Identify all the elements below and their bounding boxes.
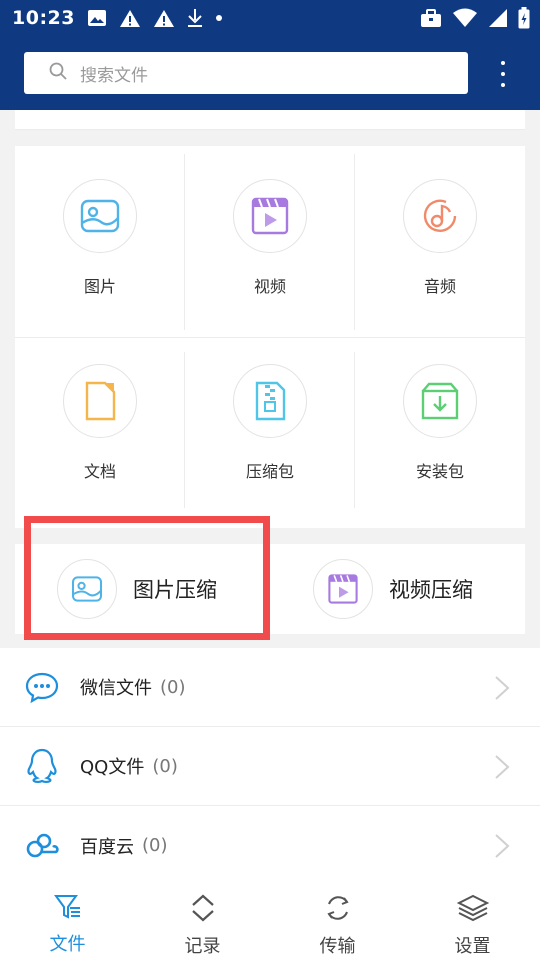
category-label: 图片 [83, 277, 116, 296]
nav-files[interactable]: 文件 [0, 885, 135, 960]
audio-icon [403, 179, 477, 253]
search-icon [48, 61, 68, 85]
status-bar: 10:23 [0, 0, 540, 36]
qq-icon [24, 748, 60, 784]
dot-icon [215, 14, 223, 22]
signal-icon [488, 8, 508, 28]
chevron-right-icon [494, 833, 510, 863]
list-item-count: (0) [152, 755, 178, 777]
bottom-nav: 文件 记录 传输 设置 [0, 885, 540, 960]
image-icon [63, 179, 137, 253]
nav-records[interactable]: 记录 [135, 885, 270, 960]
wechat-icon [24, 669, 60, 705]
transfer-icon [324, 894, 352, 926]
video-icon [233, 179, 307, 253]
category-label: 压缩包 [245, 462, 294, 481]
category-documents[interactable]: 文档 [15, 352, 185, 528]
list-item-wechat[interactable]: 微信文件 (0) [0, 648, 540, 727]
status-time: 10:23 [12, 7, 75, 29]
category-videos[interactable]: 视频 [185, 146, 355, 330]
nav-transfer[interactable]: 传输 [270, 885, 405, 960]
source-list: 微信文件 (0) QQ文件 (0) 百度云 (0) [0, 648, 540, 885]
nav-settings[interactable]: 设置 [405, 885, 540, 960]
category-archives[interactable]: 压缩包 [185, 352, 355, 528]
app-header: 搜索文件 [0, 36, 540, 110]
category-label: 文档 [83, 462, 116, 481]
files-icon [53, 894, 82, 924]
list-item-baidu-cloud[interactable]: 百度云 (0) [0, 806, 540, 885]
category-installers[interactable]: 安装包 [355, 352, 525, 528]
category-grid: 图片 视频 音频 文档 压缩包 安装包 [15, 146, 525, 528]
list-item-count: (0) [142, 835, 168, 856]
image-icon [87, 9, 107, 27]
alert-icon [119, 9, 141, 28]
category-images[interactable]: 图片 [15, 146, 185, 330]
category-label: 视频 [253, 277, 286, 296]
video-compress-icon [313, 559, 373, 619]
list-item-name: 百度云 [80, 836, 134, 858]
records-icon [190, 894, 216, 926]
nav-label: 文件 [49, 934, 86, 955]
chevron-right-icon [494, 675, 510, 705]
highlight-box [24, 516, 270, 640]
category-audio[interactable]: 音频 [355, 146, 525, 330]
baidu-cloud-icon [24, 828, 60, 864]
category-label: 音频 [423, 277, 456, 296]
settings-icon [456, 894, 489, 926]
battery-icon [518, 7, 530, 29]
search-placeholder: 搜索文件 [80, 65, 148, 86]
briefcase-icon [420, 8, 442, 28]
video-compress-label: 视频压缩 [389, 578, 473, 602]
nav-label: 设置 [454, 936, 491, 957]
wifi-icon [452, 8, 478, 28]
list-item-qq[interactable]: QQ文件 (0) [0, 727, 540, 806]
package-icon [403, 364, 477, 438]
video-compress-button[interactable]: 视频压缩 [313, 544, 473, 634]
chevron-right-icon [494, 754, 510, 784]
list-item-name: QQ文件 [80, 757, 145, 778]
list-item-name: 微信文件 [80, 678, 152, 699]
nav-label: 传输 [319, 936, 356, 957]
scrolled-card-edge [15, 110, 525, 130]
search-input[interactable]: 搜索文件 [24, 52, 468, 94]
download-icon [187, 8, 203, 28]
nav-label: 记录 [184, 936, 221, 957]
category-label: 安装包 [415, 462, 464, 481]
document-icon [63, 364, 137, 438]
alert-icon [153, 9, 175, 28]
list-item-count: (0) [160, 676, 186, 698]
zip-icon [233, 364, 307, 438]
more-vertical-icon[interactable] [492, 58, 514, 90]
